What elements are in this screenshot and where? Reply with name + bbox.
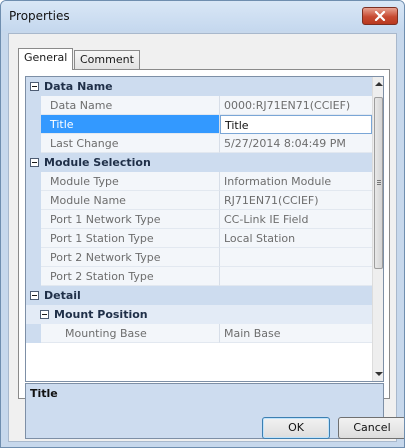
property-name: Module Name <box>41 191 220 210</box>
description-title: Title <box>30 387 58 400</box>
property-value[interactable]: RJ71EN71(CCIEF) <box>220 191 372 210</box>
property-row-port1-network-type[interactable]: Port 1 Network Type CC-Link IE Field <box>26 210 372 229</box>
property-row-title[interactable]: Title Title <box>26 115 372 134</box>
property-row-port1-station-type[interactable]: Port 1 Station Type Local Station <box>26 229 372 248</box>
property-value[interactable]: Local Station <box>220 229 372 248</box>
property-name: Port 2 Network Type <box>41 248 220 267</box>
property-name: Port 1 Network Type <box>41 210 220 229</box>
property-value[interactable]: 5/27/2014 8:04:49 PM <box>220 134 372 153</box>
category-module-selection[interactable]: Module Selection <box>26 153 372 172</box>
tab-panel-general: Data Name Data Name 0000:RJ71EN71(CCIEF)… <box>18 69 390 439</box>
collapse-icon[interactable] <box>30 82 39 91</box>
category-detail[interactable]: Detail <box>26 286 372 305</box>
collapse-icon[interactable] <box>40 310 49 319</box>
row-gutter <box>26 172 41 191</box>
property-value[interactable]: 0000:RJ71EN71(CCIEF) <box>220 96 372 115</box>
row-gutter <box>26 115 41 134</box>
row-gutter <box>26 229 41 248</box>
category-label: Module Selection <box>44 156 151 169</box>
row-gutter <box>26 191 41 210</box>
ok-button[interactable]: OK <box>262 417 330 439</box>
row-gutter <box>26 210 41 229</box>
property-grid: Data Name Data Name 0000:RJ71EN71(CCIEF)… <box>25 76 384 382</box>
property-value[interactable]: Information Module <box>220 172 372 191</box>
row-gutter <box>26 324 41 343</box>
property-name: Data Name <box>41 96 220 115</box>
row-gutter <box>26 96 41 115</box>
subcategory-label: Mount Position <box>54 308 148 321</box>
property-name: Module Type <box>41 172 220 191</box>
dialog-body: General Comment Data Name Data Name 0000… <box>8 33 404 442</box>
vertical-scrollbar[interactable] <box>372 77 383 381</box>
property-row-port2-network-type[interactable]: Port 2 Network Type <box>26 248 372 267</box>
close-icon <box>374 11 386 21</box>
category-data-name[interactable]: Data Name <box>26 77 372 96</box>
property-row-last-change[interactable]: Last Change 5/27/2014 8:04:49 PM <box>26 134 372 153</box>
property-value[interactable]: Main Base <box>220 324 372 343</box>
property-name: Title <box>41 115 220 134</box>
description-pane: Title <box>25 383 384 439</box>
row-gutter <box>26 248 41 267</box>
category-label: Data Name <box>44 80 113 93</box>
subcategory-mount-position[interactable]: Mount Position <box>26 305 372 324</box>
property-row-module-type[interactable]: Module Type Information Module <box>26 172 372 191</box>
property-name: Mounting Base <box>41 324 220 343</box>
property-row-data-name[interactable]: Data Name 0000:RJ71EN71(CCIEF) <box>26 96 372 115</box>
property-name: Last Change <box>41 134 220 153</box>
row-gutter <box>26 267 41 286</box>
row-gutter <box>26 134 41 153</box>
cancel-button[interactable]: Cancel <box>338 417 404 439</box>
property-value[interactable] <box>220 267 372 286</box>
property-name: Port 1 Station Type <box>41 229 220 248</box>
tab-general[interactable]: General <box>18 48 74 70</box>
scroll-thumb[interactable] <box>374 97 383 269</box>
dialog-title: Properties <box>9 9 70 23</box>
property-name: Port 2 Station Type <box>41 267 220 286</box>
scroll-down-icon[interactable] <box>375 372 383 376</box>
property-rows: Data Name Data Name 0000:RJ71EN71(CCIEF)… <box>26 77 372 343</box>
properties-dialog: Properties General Comment Data Name Dat… <box>0 0 405 448</box>
grip-icon <box>377 180 381 181</box>
property-value[interactable]: CC-Link IE Field <box>220 210 372 229</box>
property-row-mounting-base[interactable]: Mounting Base Main Base <box>26 324 372 343</box>
property-row-module-name[interactable]: Module Name RJ71EN71(CCIEF) <box>26 191 372 210</box>
collapse-icon[interactable] <box>30 291 39 300</box>
title-value-input[interactable]: Title <box>220 115 372 134</box>
scroll-up-icon[interactable] <box>375 82 383 86</box>
tab-comment[interactable]: Comment <box>74 50 140 69</box>
property-value[interactable] <box>220 248 372 267</box>
category-label: Detail <box>44 289 81 302</box>
property-row-port2-station-type[interactable]: Port 2 Station Type <box>26 267 372 286</box>
close-button[interactable] <box>362 7 398 25</box>
title-bar[interactable]: Properties <box>1 1 404 31</box>
collapse-icon[interactable] <box>30 158 39 167</box>
